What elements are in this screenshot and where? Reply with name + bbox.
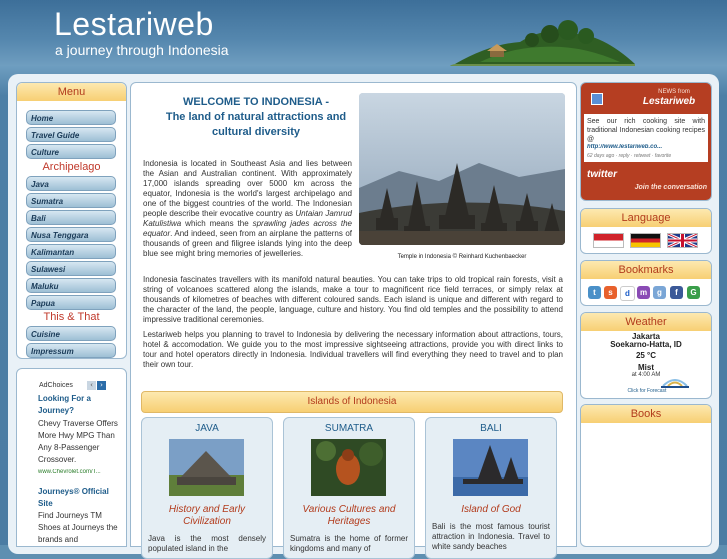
bookmarks-box: Bookmarks t s d m g f G xyxy=(580,260,712,306)
menu-item-java[interactable]: Java xyxy=(26,176,116,191)
bali-temple-image xyxy=(453,439,528,496)
ad2-text: Find Journeys TM Shoes at Journeys the b… xyxy=(38,511,118,544)
main-content: WELCOME TO INDONESIA - The land of natur… xyxy=(130,82,577,559)
tweet-box: See our rich cooking site with tradition… xyxy=(584,114,708,162)
weather-forecast-link[interactable]: Click for Forecast xyxy=(617,388,677,394)
menu-item-nusa-tenggara[interactable]: Nusa Tenggara xyxy=(26,227,116,242)
island-card-sumatra[interactable]: SUMATRA Various Cultures and Heritages S… xyxy=(283,417,415,559)
weather-temp: 25 °C xyxy=(635,351,657,360)
island-name[interactable]: SUMATRA xyxy=(284,423,414,434)
island-heading[interactable]: Island of God xyxy=(430,504,552,516)
menu-item-cuisine[interactable]: Cuisine xyxy=(26,326,116,341)
bookmark-digg-icon[interactable]: g xyxy=(653,286,666,299)
bookmark-facebook-icon[interactable]: f xyxy=(670,286,683,299)
tweet-meta[interactable]: 62 days ago · reply · retweet · favorite xyxy=(587,153,705,159)
ad1-title[interactable]: Looking For a Journey? xyxy=(38,393,120,417)
bookmark-google-icon[interactable]: G xyxy=(687,286,700,299)
island-card-java[interactable]: JAVA History and Early Civilization Java… xyxy=(141,417,273,559)
bookmark-twitter-icon[interactable]: t xyxy=(588,286,601,299)
island-name[interactable]: JAVA xyxy=(142,423,272,434)
menu-section-archipelago: Archipelago xyxy=(42,161,101,173)
java-temple-image xyxy=(169,439,244,496)
intro-paragraph: Indonesia is located in Southeast Asia a… xyxy=(143,159,352,259)
twitter-join[interactable]: Join the conversation xyxy=(621,184,707,191)
adchoices-label[interactable]: AdChoices xyxy=(39,382,73,389)
weather-title: Weather xyxy=(581,313,711,331)
menu-section-this-and-that: This & That xyxy=(43,311,100,323)
bookmark-stumbleupon-icon[interactable]: s xyxy=(604,286,617,299)
island-text: Sumatra is the home of former kingdoms a… xyxy=(290,534,408,553)
island-logo-image xyxy=(450,20,635,68)
twitter-account[interactable]: Lestariweb xyxy=(631,96,707,107)
menu-item-bali[interactable]: Bali xyxy=(26,210,116,225)
menu-title: Menu xyxy=(17,83,126,101)
islands-section-title: Islands of Indonesia xyxy=(141,391,563,413)
bookmarks-title: Bookmarks xyxy=(581,261,711,279)
ad1-url[interactable]: www.Chevrolet.com/T... xyxy=(38,469,124,475)
books-box: Books xyxy=(580,404,712,547)
island-text: Bali is the most famous tourist attracti… xyxy=(432,522,550,551)
menu-item-maluku[interactable]: Maluku xyxy=(26,278,116,293)
intro-text-c: . And indeed, seen from an airplane the … xyxy=(143,229,352,258)
menu-panel: Menu Home Travel Guide Culture Archipela… xyxy=(16,82,127,359)
site-title[interactable]: Lestariweb xyxy=(54,6,214,43)
ad-prev-icon[interactable]: ‹ xyxy=(87,381,96,390)
twitter-widget: NEWS from Lestariweb See our rich cookin… xyxy=(580,82,712,201)
bookmark-delicious-icon[interactable]: d xyxy=(620,286,635,301)
welcome-line-2: The land of natural attractions and cult… xyxy=(165,111,347,138)
ad2-title[interactable]: Journeys® Official Site xyxy=(38,486,120,510)
bookmark-myspace-icon[interactable]: m xyxy=(637,286,650,299)
twitter-news-from: NEWS from xyxy=(658,89,690,95)
weather-mist-icon xyxy=(661,379,689,388)
island-card-bali[interactable]: BALI Island of God Bali is the most famo… xyxy=(425,417,557,559)
menu-item-sumatra[interactable]: Sumatra xyxy=(26,193,116,208)
sumatra-orangutan-image xyxy=(311,439,386,496)
weather-condition: Mist xyxy=(638,363,654,372)
weather-station: Soekarno-Hatta, ID xyxy=(610,340,682,349)
menu-item-impressum[interactable]: Impressum xyxy=(26,343,116,358)
intro-text-b: which means the xyxy=(181,219,253,228)
island-text: Java is the most densely populated islan… xyxy=(148,534,266,553)
twitter-avatar-icon[interactable] xyxy=(591,93,603,105)
welcome-heading: WELCOME TO INDONESIA - The land of natur… xyxy=(151,95,361,140)
flag-germany-icon[interactable] xyxy=(630,233,661,248)
flag-uk-icon[interactable] xyxy=(667,233,698,248)
weather-box: Weather Jakarta Soekarno-Hatta, ID 25 °C… xyxy=(580,312,712,399)
welcome-line-1: WELCOME TO INDONESIA - xyxy=(182,96,330,108)
island-heading[interactable]: Various Cultures and Heritages xyxy=(288,504,410,528)
menu-item-travel-guide[interactable]: Travel Guide xyxy=(26,127,116,142)
ad-next-icon[interactable]: › xyxy=(97,381,106,390)
tweet-text: See our rich cooking site with tradition… xyxy=(587,118,705,143)
flag-indonesia-icon[interactable] xyxy=(593,233,624,248)
ad-panel: AdChoices ‹ › Looking For a Journey? Che… xyxy=(16,368,127,547)
paragraph-attractions: Indonesia fascinates travellers with its… xyxy=(143,275,563,324)
menu-item-papua[interactable]: Papua xyxy=(26,295,116,310)
twitter-logo[interactable]: twitter xyxy=(587,169,617,180)
site-tagline: a journey through Indonesia xyxy=(55,42,229,58)
island-name[interactable]: BALI xyxy=(426,423,556,434)
ad1-text: Chevy Traverse Offers More Hwy MPG Than … xyxy=(38,419,118,464)
temple-photo xyxy=(359,93,565,245)
menu-item-kalimantan[interactable]: Kalimantan xyxy=(26,244,116,259)
photo-caption: Temple in Indonesia © Reinhard Kuchenbae… xyxy=(397,254,527,260)
paragraph-lestariweb: Lestariweb helps you planning to travel … xyxy=(143,330,563,369)
language-box: Language xyxy=(580,208,712,254)
menu-item-sulawesi[interactable]: Sulawesi xyxy=(26,261,116,276)
weather-time: at 4:00 AM xyxy=(631,372,661,378)
tweet-link[interactable]: http://www.lestariweb.co... xyxy=(587,144,705,150)
menu-item-culture[interactable]: Culture xyxy=(26,144,116,159)
books-title: Books xyxy=(581,405,711,423)
island-heading[interactable]: History and Early Civilization xyxy=(146,504,268,528)
menu-item-home[interactable]: Home xyxy=(26,110,116,125)
language-title: Language xyxy=(581,209,711,227)
